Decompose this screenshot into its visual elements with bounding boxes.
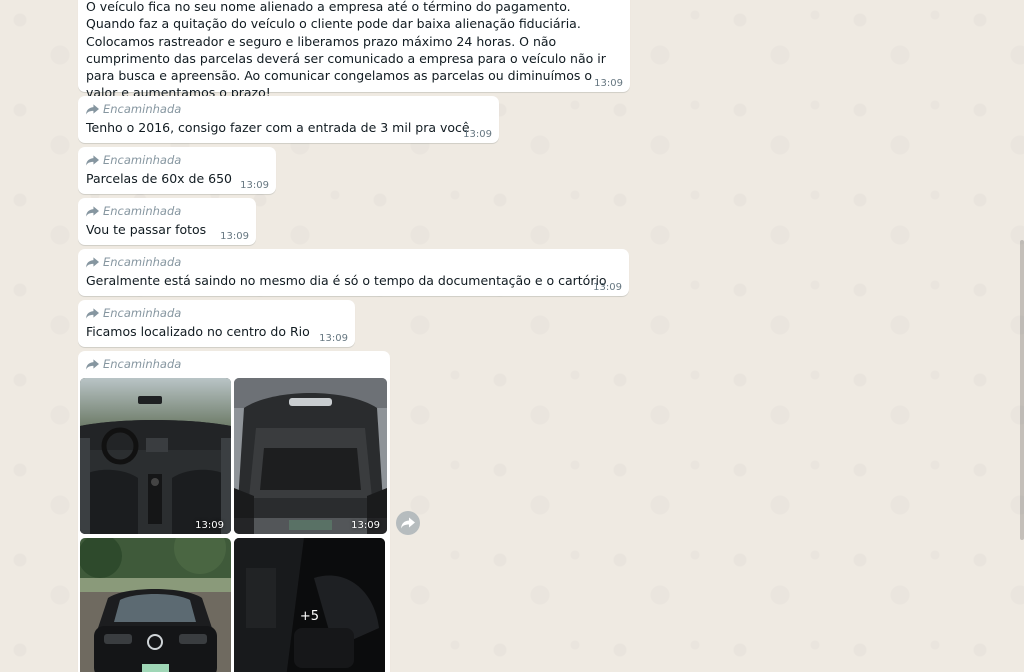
message-bubble[interactable]: Encaminhada Ficamos localizado no centro… xyxy=(78,300,355,347)
forward-arrow-icon xyxy=(401,517,415,529)
chat-panel: O veículo fica no seu nome alienado a em… xyxy=(0,0,1024,672)
album-photo[interactable]: 13:09 xyxy=(234,378,387,534)
message-time: 13:09 xyxy=(593,282,622,293)
forwarded-text: Encaminhada xyxy=(103,204,182,218)
forward-arrow-icon xyxy=(86,205,99,217)
forward-arrow-icon xyxy=(86,256,99,268)
message-text: Vou te passar fotos xyxy=(86,222,207,237)
car-interior-photo-icon xyxy=(80,378,231,534)
forward-arrow-icon xyxy=(86,103,99,115)
message-time: 13:09 xyxy=(594,78,623,89)
forwarded-text: Encaminhada xyxy=(103,102,182,116)
forward-arrow-icon xyxy=(86,154,99,166)
message-bubble[interactable]: O veículo fica no seu nome alienado a em… xyxy=(78,0,630,100)
message-text: Ficamos localizado no centro do Rio xyxy=(86,324,310,339)
message-time: 13:09 xyxy=(240,180,269,191)
forwarded-label: Encaminhada xyxy=(86,203,181,219)
forwarded-label: Encaminhada xyxy=(86,356,181,372)
car-trunk-photo-icon xyxy=(234,378,387,534)
forwarded-text: Encaminhada xyxy=(103,357,182,371)
forwarded-text: Encaminhada xyxy=(103,255,182,269)
message-time: 13:09 xyxy=(463,129,492,140)
message-text: Parcelas de 60x de 650 xyxy=(86,171,233,186)
car-front-photo-icon xyxy=(80,538,231,672)
more-photos-count: +5 xyxy=(234,538,385,672)
message-text: Geralmente está saindo no mesmo dia é só… xyxy=(86,273,607,288)
forwarded-text: Encaminhada xyxy=(103,153,182,167)
forward-arrow-icon xyxy=(86,358,99,370)
message-bubble[interactable]: Encaminhada Parcelas de 60x de 650 13:09 xyxy=(78,147,276,194)
forwarded-label: Encaminhada xyxy=(86,101,181,117)
message-time: 13:09 xyxy=(319,333,348,344)
forwarded-text: Encaminhada xyxy=(103,306,182,320)
album-photo[interactable]: 13:09 xyxy=(80,378,231,534)
forward-button[interactable] xyxy=(396,511,420,535)
scrollbar[interactable] xyxy=(1020,240,1024,540)
album-photo-more[interactable]: +5 xyxy=(234,538,385,672)
message-bubble[interactable]: Encaminhada Vou te passar fotos 13:09 xyxy=(78,198,256,245)
album-photo[interactable] xyxy=(80,538,231,672)
message-bubble[interactable]: Encaminhada Geralmente está saindo no me… xyxy=(78,249,629,296)
message-text: Tenho o 2016, consigo fazer com a entrad… xyxy=(86,120,470,135)
message-bubble[interactable]: Encaminhada Tenho o 2016, consigo fazer … xyxy=(78,96,499,143)
message-text: O veículo fica no seu nome alienado a em… xyxy=(86,0,606,101)
message-time: 13:09 xyxy=(220,231,249,242)
forwarded-label: Encaminhada xyxy=(86,305,181,321)
forwarded-label: Encaminhada xyxy=(86,152,181,168)
photo-time: 13:09 xyxy=(195,520,224,531)
photo-time: 13:09 xyxy=(351,520,380,531)
photo-album-bubble[interactable]: Encaminhada 13:09 13:09 +5 xyxy=(78,351,390,672)
forward-arrow-icon xyxy=(86,307,99,319)
forwarded-label: Encaminhada xyxy=(86,254,181,270)
